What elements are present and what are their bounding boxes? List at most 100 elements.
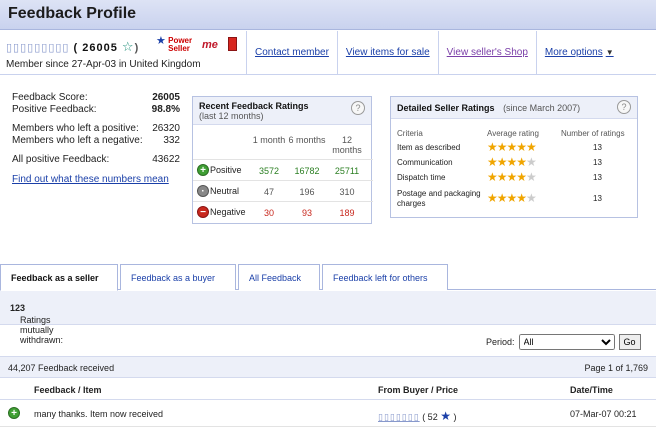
recent-ratings-header: Recent Feedback Ratings (last 12 months)…: [193, 97, 371, 125]
star-rating-icon: ★★★★★: [487, 170, 537, 184]
dsr-title: Detailed Seller Ratings: [397, 103, 495, 113]
feedback-table-header: Feedback / Item From Buyer / Price Date/…: [0, 380, 656, 400]
tab-feedback-left-for-others[interactable]: Feedback left for others: [322, 264, 448, 290]
all-positive-value: 43622: [152, 154, 180, 165]
feedback-score-row: Feedback Score: 26005: [12, 92, 180, 104]
feedback-date: 07-Mar-07 00:21: [570, 409, 637, 419]
col-feedback-item[interactable]: Feedback / Item: [34, 385, 102, 395]
table-row: + many thanks. Item now received ▯▯▯▯▯▯▯…: [0, 401, 656, 427]
feedback-star-icon: ☆: [121, 39, 135, 54]
more-options-label: More options: [544, 47, 603, 58]
negative-12m[interactable]: 189: [327, 208, 367, 218]
buyer-score-close: ): [453, 412, 457, 422]
dsr-count: 13: [593, 173, 602, 182]
positive-icon: +: [8, 407, 20, 419]
tab-all-feedback[interactable]: All Feedback: [238, 264, 320, 290]
tab-feedback-as-buyer[interactable]: Feedback as a buyer: [120, 264, 236, 290]
recent-positive-row: + Positive 3572 16782 25711: [193, 159, 373, 179]
shop-icon[interactable]: [228, 37, 237, 51]
member-since: Member since 27-Apr-03 in United Kingdom: [6, 59, 201, 70]
member-username[interactable]: ▯▯▯▯▯▯▯▯▯ ( 26005 ☆): [6, 39, 139, 55]
negative-icon: −: [197, 206, 209, 218]
negative-6m[interactable]: 93: [287, 208, 327, 218]
dsr-col-number: Number of ratings: [561, 129, 625, 138]
star-rating-icon: ★★★★★: [487, 155, 537, 169]
feedback-count-bar: 44,207 Feedback received Page 1 of 1,769: [0, 356, 656, 378]
recent-negative-row: − Negative 30 93 189: [193, 201, 373, 221]
all-positive-row: All positive Feedback: 43622: [12, 154, 180, 166]
positive-feedback-label: Positive Feedback:: [12, 104, 97, 115]
neutral-1m[interactable]: 47: [249, 187, 289, 197]
numbers-meaning-link[interactable]: Find out what these numbers mean: [12, 174, 180, 185]
dsr-count: 13: [593, 158, 602, 167]
withdrawn-text: Ratings mutually withdrawn: 123: [10, 303, 63, 345]
star-rating-icon: ★★★★★: [487, 140, 537, 154]
neutral-label: Neutral: [210, 186, 240, 196]
detailed-seller-ratings-panel: Detailed Seller Ratings (since March 200…: [390, 96, 638, 218]
col-6-months: 6 months: [288, 135, 326, 145]
power-seller-star-icon: ★: [156, 35, 166, 47]
member-score: ( 26005: [73, 42, 118, 54]
members-positive-row: Members who left a positive: 26320: [12, 123, 180, 135]
col-date-time[interactable]: Date/Time: [570, 385, 613, 395]
recent-ratings-panel: Recent Feedback Ratings (last 12 months)…: [192, 96, 373, 224]
positive-6m[interactable]: 16782: [287, 166, 327, 176]
dsr-criteria: Dispatch time: [397, 173, 446, 182]
positive-1m[interactable]: 3572: [249, 166, 289, 176]
positive-feedback-row: Positive Feedback: 98.8%: [12, 104, 180, 116]
power-seller-badge[interactable]: ★ Power Seller: [156, 35, 192, 53]
view-items-link[interactable]: View items for sale: [336, 31, 438, 75]
more-options-menu[interactable]: More options ▼: [535, 31, 616, 75]
dsr-count: 13: [593, 194, 602, 203]
dsr-criteria: Communication: [397, 158, 453, 167]
members-positive-value: 26320: [152, 123, 180, 134]
col-from-buyer[interactable]: From Buyer / Price: [378, 385, 458, 395]
period-filter: Period: All Go: [486, 334, 641, 350]
username-masked: ▯▯▯▯▯▯▯▯▯: [6, 42, 70, 54]
withdrawn-bar: Ratings mutually withdrawn: 123: [0, 291, 656, 345]
go-button[interactable]: Go: [618, 334, 641, 350]
members-positive-label: Members who left a positive:: [12, 123, 139, 134]
power-seller-line2: Seller: [168, 44, 190, 53]
members-negative-row: Members who left a negative: 332: [12, 135, 180, 147]
buyer-star-icon: ★: [440, 409, 451, 423]
feedback-tabs: Feedback as a seller Feedback as a buyer…: [0, 264, 656, 291]
recent-ratings-title: Recent Feedback Ratings: [199, 101, 309, 111]
dsr-header: Detailed Seller Ratings (since March 200…: [391, 97, 637, 119]
member-info-bar: ▯▯▯▯▯▯▯▯▯ ( 26005 ☆) ★ Power Seller me M…: [0, 31, 656, 75]
all-positive-label: All positive Feedback:: [12, 154, 110, 165]
about-me-icon[interactable]: me: [202, 39, 218, 51]
buyer-username[interactable]: ▯▯▯▯▯▯▯: [378, 412, 420, 422]
col-12-months: 12 months: [327, 135, 367, 155]
feedback-summary: Feedback Score: 26005 Positive Feedback:…: [12, 92, 180, 185]
period-label: Period:: [486, 337, 515, 347]
negative-1m[interactable]: 30: [249, 208, 289, 218]
help-icon[interactable]: ?: [351, 101, 365, 115]
positive-icon: +: [197, 164, 209, 176]
buyer-score: ( 52: [422, 412, 438, 422]
withdrawn-label: Ratings mutually withdrawn:: [20, 315, 64, 345]
view-shop-link[interactable]: View seller's Shop: [437, 31, 536, 75]
recent-neutral-row: · Neutral 47 196 310: [193, 180, 373, 200]
members-negative-value: 332: [163, 135, 180, 146]
col-12-months-b: months: [332, 145, 362, 155]
feedback-score-value: 26005: [152, 92, 180, 103]
tab-feedback-as-seller[interactable]: Feedback as a seller: [0, 264, 118, 291]
period-select[interactable]: All: [518, 334, 615, 350]
positive-12m[interactable]: 25711: [327, 166, 367, 176]
dsr-subtitle: (since March 2007): [503, 103, 581, 113]
neutral-6m[interactable]: 196: [287, 187, 327, 197]
dsr-count: 13: [593, 143, 602, 152]
chevron-down-icon: ▼: [605, 48, 614, 57]
page-indicator: Page 1 of 1,769: [584, 363, 648, 373]
withdrawn-value: 123: [10, 303, 26, 313]
neutral-12m[interactable]: 310: [327, 187, 367, 197]
contact-member-link[interactable]: Contact member: [246, 31, 337, 75]
dsr-criteria: Item as described: [397, 143, 461, 152]
page-title: Feedback Profile: [8, 5, 137, 22]
page-header: Feedback Profile: [0, 0, 656, 30]
members-negative-label: Members who left a negative:: [12, 135, 143, 146]
help-icon[interactable]: ?: [617, 100, 631, 114]
dsr-col-average: Average rating: [487, 129, 539, 138]
col-1-month: 1 month: [252, 135, 286, 145]
